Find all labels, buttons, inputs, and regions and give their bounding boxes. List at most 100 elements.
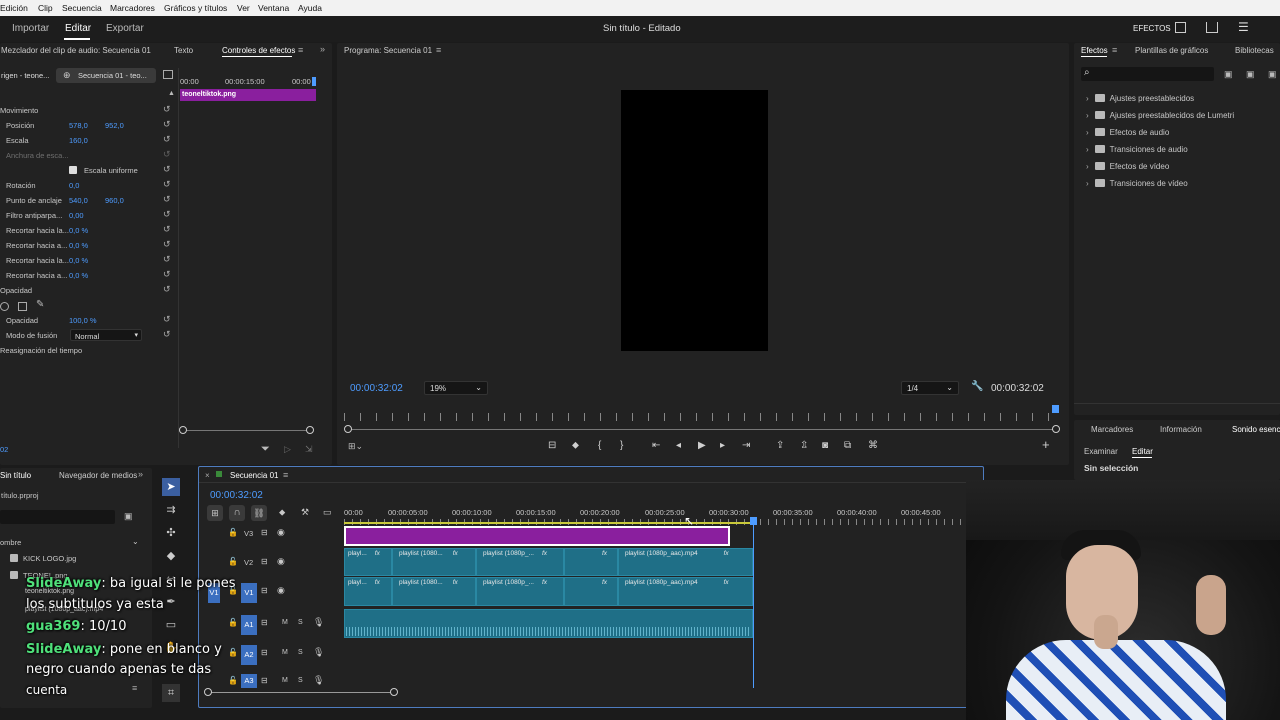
- panel-menu-icon[interactable]: ≡: [1112, 45, 1117, 55]
- program-timecode[interactable]: 00:00:32:02: [350, 383, 403, 394]
- video-clip-v1[interactable]: playlist (1080p_... fx: [476, 577, 564, 606]
- menu-icon[interactable]: ☰: [1238, 21, 1249, 33]
- solo-button[interactable]: S: [298, 619, 303, 626]
- tab-sonido-esencial[interactable]: Sonido esencia: [1232, 425, 1280, 434]
- section-time-remap[interactable]: Reasignación del tiempo: [0, 346, 82, 355]
- add-marker-icon[interactable]: ⬥: [572, 440, 579, 451]
- video-clip-v1[interactable]: playl... fx: [344, 577, 392, 606]
- microphone-icon[interactable]: 🎙: [313, 675, 324, 686]
- section-opacidad[interactable]: Opacidad: [0, 286, 32, 295]
- menu-edicion[interactable]: Edición: [0, 3, 28, 13]
- lock-icon[interactable]: 🔓: [228, 557, 238, 566]
- playhead-line[interactable]: [753, 525, 754, 688]
- sequence-clip-tab[interactable]: Secuencia 01 - teo...: [56, 68, 156, 83]
- subtab-examinar[interactable]: Examinar: [1084, 447, 1118, 456]
- uniform-scale-checkbox[interactable]: [69, 166, 77, 174]
- program-video-frame[interactable]: [621, 90, 768, 351]
- 32bit-effects-icon[interactable]: ▣: [1246, 69, 1255, 80]
- camera-icon[interactable]: ◙: [822, 440, 828, 451]
- vr-icon[interactable]: ⌘: [868, 440, 878, 451]
- ripple-edit-icon[interactable]: ✣: [162, 524, 180, 542]
- pen-tool-icon[interactable]: ✒: [162, 593, 180, 611]
- snap-icon[interactable]: ∩: [229, 505, 245, 521]
- eye-icon[interactable]: ◉: [277, 527, 285, 538]
- list-item[interactable]: KICK LOGO.jpg: [10, 554, 76, 563]
- sync-lock-icon[interactable]: ⊟: [261, 618, 268, 627]
- collapse-arrow-icon[interactable]: ▲: [168, 90, 175, 97]
- prop-value[interactable]: 160,0: [69, 136, 88, 145]
- sync-lock-icon[interactable]: ⊟: [261, 528, 268, 537]
- reset-icon[interactable]: ↺: [163, 210, 173, 219]
- prop-value[interactable]: 0,0 %: [69, 226, 88, 235]
- rect-mask-icon[interactable]: [18, 302, 27, 311]
- effects-folder-item[interactable]: › Ajustes preestablecidos: [1086, 94, 1194, 108]
- settings-wrench-icon[interactable]: 🔧: [971, 381, 983, 392]
- mute-button[interactable]: M: [282, 649, 288, 656]
- type-tool-icon[interactable]: ⌗: [162, 684, 180, 702]
- nest-sequence-icon[interactable]: ⊞: [207, 505, 223, 521]
- menu-ventana[interactable]: Ventana: [258, 3, 289, 13]
- prop-value[interactable]: 0,00: [69, 211, 84, 220]
- lift-extract-icon[interactable]: ⇪: [776, 440, 784, 451]
- play-audio-icon[interactable]: ▷: [284, 444, 291, 455]
- reset-icon[interactable]: ↺: [163, 315, 173, 324]
- program-scrollbar[interactable]: [349, 429, 1056, 430]
- graphic-clip-teoneltiktok[interactable]: [344, 526, 730, 546]
- source-master-tab[interactable]: rigen - teone...: [0, 68, 50, 83]
- video-clip-v1[interactable]: playlist (1080... fx: [392, 577, 476, 606]
- menu-graficos[interactable]: Gráficos y títulos: [164, 3, 227, 13]
- lock-icon[interactable]: 🔓: [228, 676, 238, 685]
- scroll-handle-left[interactable]: [179, 426, 187, 434]
- tab-media-browser[interactable]: Navegador de medios: [59, 471, 137, 480]
- section-movimiento[interactable]: Movimiento: [0, 106, 38, 115]
- effects-folder-item[interactable]: › Ajustes preestablecidos de Lumetri: [1086, 111, 1234, 125]
- track-select-icon[interactable]: ⇉: [162, 501, 180, 519]
- microphone-icon[interactable]: 🎙: [313, 617, 324, 628]
- menu-clip[interactable]: Clip: [38, 3, 53, 13]
- sort-icon[interactable]: ⌄: [132, 537, 139, 546]
- reset-icon[interactable]: ↺: [163, 180, 173, 189]
- menu-marcadores[interactable]: Marcadores: [110, 3, 155, 13]
- reset-icon[interactable]: ↺: [163, 104, 171, 115]
- timeline-scrollbar[interactable]: [208, 692, 394, 693]
- zoom-select[interactable]: 19% ⌄: [424, 381, 488, 395]
- linked-selection-icon[interactable]: ⛓: [251, 505, 267, 521]
- reset-icon[interactable]: ↺: [163, 120, 173, 129]
- tab-audio-mixer[interactable]: Mezclador del clip de audio: Secuencia 0…: [1, 46, 151, 55]
- close-icon[interactable]: ×: [205, 471, 210, 480]
- sequence-tab-title[interactable]: Secuencia 01: [230, 471, 278, 480]
- playhead-marker[interactable]: [312, 77, 316, 86]
- reset-icon[interactable]: ↺: [163, 240, 173, 249]
- track-target-a2[interactable]: A2: [241, 645, 257, 665]
- tab-importar[interactable]: Importar: [12, 23, 49, 34]
- sync-lock-icon[interactable]: ⊟: [261, 676, 268, 685]
- menu-secuencia[interactable]: Secuencia: [62, 3, 102, 13]
- reset-icon[interactable]: ↺: [163, 150, 173, 159]
- tab-exportar[interactable]: Exportar: [106, 23, 144, 34]
- effects-folder-item[interactable]: › Transiciones de vídeo: [1086, 179, 1188, 193]
- tab-controles-efectos[interactable]: Controles de efectos: [222, 46, 295, 55]
- playhead-marker[interactable]: [750, 517, 757, 525]
- timeline-timecode[interactable]: 00:00:32:02: [210, 490, 263, 501]
- scroll-handle-right[interactable]: [1052, 425, 1060, 433]
- step-back-icon[interactable]: ◂: [676, 440, 681, 451]
- tab-texto[interactable]: Texto: [174, 46, 193, 55]
- reset-icon[interactable]: ↺: [163, 135, 173, 144]
- share-icon[interactable]: [1206, 22, 1218, 33]
- yuv-effects-icon[interactable]: ▣: [1268, 69, 1277, 80]
- blend-mode-select[interactable]: Normal ▾: [70, 329, 142, 341]
- captions-icon[interactable]: ▭: [323, 507, 332, 518]
- menu-ayuda[interactable]: Ayuda: [298, 3, 322, 13]
- video-clip-v2[interactable]: fx: [564, 548, 618, 576]
- scroll-handle-left[interactable]: [344, 425, 352, 433]
- step-forward-icon[interactable]: ▸: [720, 440, 725, 451]
- opacity-value[interactable]: 100,0 %: [69, 316, 97, 325]
- lift-icon[interactable]: ⊟: [548, 440, 556, 451]
- settings-wrench-icon[interactable]: ⚒: [301, 507, 309, 518]
- video-clip-v2[interactable]: playlist (1080p_... fx: [476, 548, 564, 576]
- track-target-a3[interactable]: A3: [241, 674, 257, 688]
- rectangle-tool-icon[interactable]: ▭: [162, 616, 180, 634]
- eye-icon[interactable]: ◉: [277, 556, 285, 567]
- mark-out-icon[interactable]: }: [620, 440, 623, 451]
- zoom-scrollbar[interactable]: [183, 430, 311, 431]
